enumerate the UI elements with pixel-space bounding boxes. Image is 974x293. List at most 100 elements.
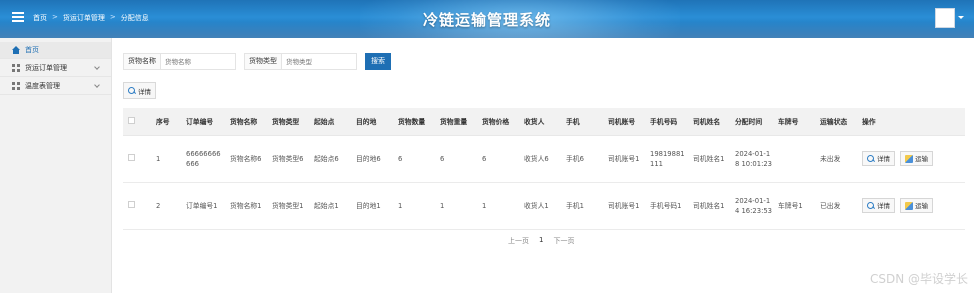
- grid-icon: [12, 82, 20, 90]
- cell-receiver: 收货人6: [519, 135, 561, 183]
- column-header: 货物重量: [435, 108, 477, 136]
- column-header: 货物价格: [477, 108, 519, 136]
- watermark: CSDN @毕设学长: [869, 272, 968, 286]
- row-transport-label: 运输: [915, 154, 929, 163]
- sidebar-item-home[interactable]: 首页: [0, 42, 111, 59]
- sidebar-item-order-mgmt[interactable]: 货运订单管理: [0, 60, 111, 77]
- cell-driver-account: 司机账号1: [603, 182, 645, 230]
- column-header: 手机: [561, 108, 603, 136]
- row-checkbox-cell: [123, 182, 151, 230]
- column-header: 起始点: [309, 108, 351, 136]
- goods-type-input[interactable]: [281, 53, 357, 70]
- next-page-link[interactable]: 下一页: [553, 236, 574, 246]
- sidebar: 首页 货运订单管理 温度表管理: [0, 38, 112, 293]
- cell-phone: 手机6: [561, 135, 603, 183]
- top-header: 首页 > 货运订单管理 > 分配信息 冷链运输管理系统: [0, 0, 974, 38]
- cell-receiver: 收货人1: [519, 182, 561, 230]
- cell-goods-type-text: 货物类型6: [272, 154, 304, 163]
- cell-actions: 详情 运输: [857, 135, 965, 183]
- row-transport-button[interactable]: 运输: [900, 151, 934, 166]
- cell-quantity: 1: [393, 182, 435, 230]
- row-transport-button[interactable]: 运输: [900, 198, 934, 213]
- column-header: 收货人: [519, 108, 561, 136]
- cell-destination: 目的地1: [351, 182, 393, 230]
- column-header: 手机号码: [645, 108, 688, 136]
- column-header: 货物数量: [393, 108, 435, 136]
- cell-index: 1: [151, 135, 181, 183]
- search-icon: [867, 201, 875, 210]
- search-icon: [128, 86, 136, 95]
- row-detail-button[interactable]: 详情: [862, 151, 895, 166]
- grid-icon: [12, 64, 20, 72]
- cell-order-no: 订单编号1: [181, 182, 225, 230]
- cell-quantity: 6: [393, 135, 435, 183]
- cell-driver-phone-text: 19819881111: [650, 149, 685, 168]
- cell-status: 未出发: [815, 135, 857, 183]
- chevron-down-icon: [94, 82, 100, 88]
- cell-goods-name: 货物名称6: [225, 135, 267, 183]
- cell-driver-name-text: 司机姓名1: [693, 154, 725, 163]
- cell-assign-time-text: 2024-01-14 16:23:53: [735, 196, 773, 215]
- column-header: 目的地: [351, 108, 393, 136]
- cell-phone: 手机1: [561, 182, 603, 230]
- cell-weight: 6: [435, 135, 477, 183]
- cell-price: 6: [477, 135, 519, 183]
- cell-driver-account-text: 司机账号1: [608, 154, 640, 163]
- goods-name-input[interactable]: [160, 53, 236, 70]
- cell-order-no: 66666666666: [181, 135, 225, 183]
- cell-goods-type: 货物类型6: [267, 135, 309, 183]
- cell-actions: 详情 运输: [857, 182, 965, 230]
- cell-weight: 1: [435, 182, 477, 230]
- row-checkbox-cell: [123, 135, 151, 183]
- cell-goods-type-text: 货物类型1: [272, 201, 304, 210]
- column-header: 运输状态: [815, 108, 857, 136]
- column-header: 司机姓名: [688, 108, 730, 136]
- cell-driver-account: 司机账号1: [603, 135, 645, 183]
- chevron-down-icon[interactable]: [958, 16, 964, 19]
- sidebar-item-label: 温度表管理: [25, 82, 60, 90]
- row-transport-label: 运输: [915, 201, 929, 210]
- search-bar: 货物名称 货物类型 搜索: [123, 53, 391, 70]
- column-header: 分配时间: [730, 108, 773, 136]
- cell-assign-time-text: 2024-01-18 10:01:23: [735, 149, 773, 168]
- cell-status: 已出发: [815, 182, 857, 230]
- cell-destination: 目的地6: [351, 135, 393, 183]
- transport-icon: [905, 201, 914, 210]
- cell-assign-time: 2024-01-14 16:23:53: [730, 182, 773, 230]
- avatar[interactable]: [935, 8, 955, 28]
- column-header: 货物类型: [267, 108, 309, 136]
- cell-driver-phone: 手机号码1: [645, 182, 688, 230]
- cell-plate-no: [773, 135, 815, 183]
- cell-driver-name-text: 司机姓名1: [693, 201, 725, 210]
- select-all-checkbox[interactable]: [128, 116, 135, 124]
- cell-goods-type: 货物类型1: [267, 182, 309, 230]
- cell-order-no-text: 66666666666: [186, 149, 221, 168]
- goods-name-label: 货物名称: [123, 53, 160, 70]
- detail-button[interactable]: 详情: [123, 82, 156, 99]
- cell-goods-name: 货物名称1: [225, 182, 267, 230]
- row-checkbox[interactable]: [128, 200, 135, 208]
- prev-page-link[interactable]: 上一页: [508, 236, 529, 246]
- column-header: 车牌号: [773, 108, 815, 136]
- header-checkbox-cell: [123, 108, 151, 136]
- column-header: 订单编号: [181, 108, 225, 136]
- search-icon: [867, 154, 875, 163]
- table-header-row: 序号 订单编号 货物名称 货物类型 起始点 目的地 货物数量 货物重量 货物价格…: [123, 108, 965, 136]
- current-page[interactable]: 1: [539, 236, 543, 246]
- cell-origin: 起始点1: [309, 182, 351, 230]
- cell-price: 1: [477, 182, 519, 230]
- cell-origin: 起始点6: [309, 135, 351, 183]
- cell-goods-name-text: 货物名称6: [230, 154, 262, 163]
- cell-driver-name: 司机姓名1: [688, 135, 730, 183]
- row-checkbox[interactable]: [128, 153, 135, 161]
- goods-type-label: 货物类型: [244, 53, 281, 70]
- data-table: 序号 订单编号 货物名称 货物类型 起始点 目的地 货物数量 货物重量 货物价格…: [123, 108, 965, 230]
- column-header: 货物名称: [225, 108, 267, 136]
- cell-index: 2: [151, 182, 181, 230]
- search-button[interactable]: 搜索: [365, 53, 391, 70]
- cell-driver-name: 司机姓名1: [688, 182, 730, 230]
- row-detail-button[interactable]: 详情: [862, 198, 895, 213]
- system-title: 冷链运输管理系统: [422, 11, 551, 29]
- sidebar-item-temperature-mgmt[interactable]: 温度表管理: [0, 78, 111, 95]
- table-row: 1 66666666666 货物名称6 货物类型6 起始点6 目的地6 6 6 …: [123, 135, 965, 183]
